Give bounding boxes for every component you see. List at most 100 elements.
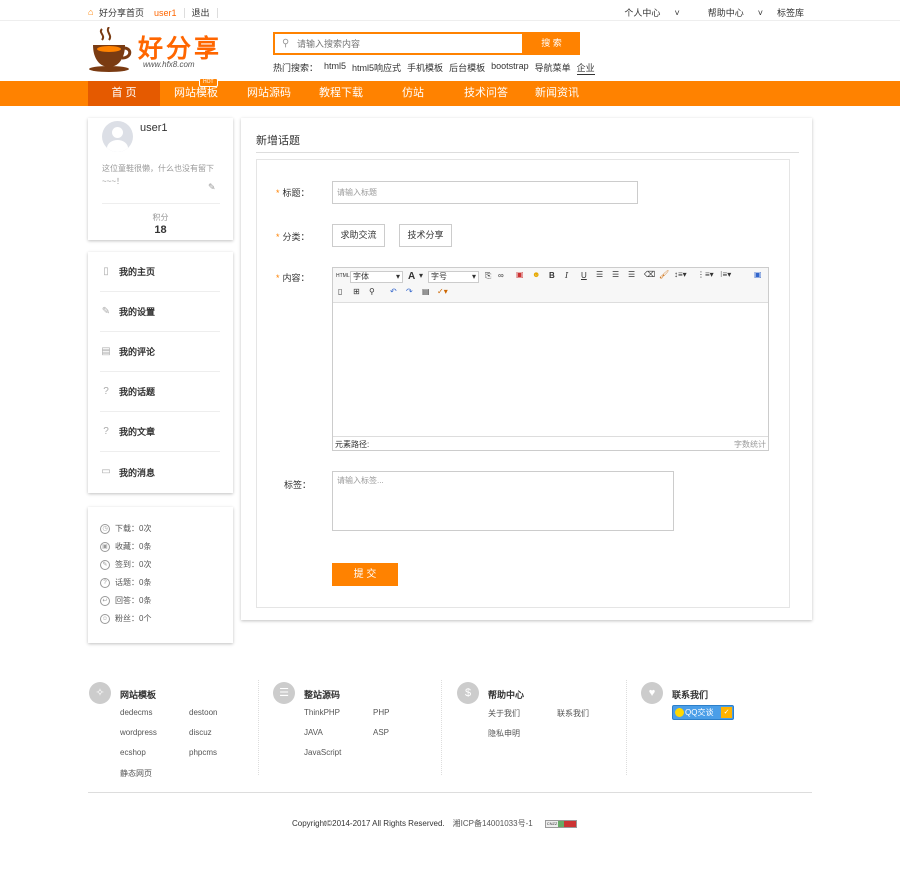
search-replace-icon[interactable]: ⚲ [369,287,375,296]
brush-icon[interactable]: 🖌 [659,270,669,279]
footer-link[interactable]: 静态网页 [120,768,152,779]
chevron-down-icon: ˅ [674,8,680,18]
hot-search-item[interactable]: 企业 [576,61,595,75]
image-icon[interactable]: ▣ [516,270,524,279]
personal-center-menu[interactable]: 个人中心 ˅ [610,6,679,19]
hot-search-item[interactable]: bootstrap [491,61,529,75]
nav-item-tutorials[interactable]: 教程下载 [310,81,372,106]
stat-downloads: ◷ 下载： 0次 [100,523,151,534]
eraser-icon[interactable]: ⌫ [644,270,655,279]
align-right-icon[interactable]: ☰ [628,270,635,279]
footer-link[interactable]: ASP [373,728,389,737]
footer-link[interactable]: JAVA [304,728,323,737]
category-share-button[interactable]: 技术分享 [399,224,452,247]
edit-pencil-icon[interactable]: ✎ [208,182,216,193]
menu-item-articles[interactable]: ? 我的文章 [100,412,220,452]
copyright-text: Copyright©2014-2017 All Rights Reserved. [292,819,445,828]
nav-item-qa[interactable]: 技术问答 [452,81,520,106]
footer-col-source: ☰ 整站源码 ThinkPHP PHP JAVA ASP JavaScript [273,682,433,782]
nav-item-news[interactable]: 新闻资讯 [524,81,590,106]
html-icon[interactable]: HTML [336,273,350,279]
search-box: ⚲ [273,32,524,55]
font-color-icon[interactable]: A [408,271,415,282]
unordered-list-icon[interactable]: ⁝≡▾ [720,270,731,279]
link-icon[interactable]: ∞ [498,271,504,280]
footer-link[interactable]: destoon [189,708,217,717]
footer-link[interactable]: phpcms [189,748,217,757]
footer-link[interactable]: PHP [373,708,389,717]
qq-label: QQ交谈 [685,708,714,717]
heart-icon: ♥ [641,682,663,704]
footer-link[interactable]: 联系我们 [557,708,589,719]
site-logo[interactable]: 好分享 www.hfx8.com [88,27,223,74]
code-block-icon[interactable]: ▤ [422,287,430,296]
home-link[interactable]: 好分享首页 [99,6,144,19]
ordered-list-icon[interactable]: ⋮≡▾ [697,270,714,279]
underline-icon[interactable]: U [581,271,587,280]
search-input[interactable] [297,37,517,51]
profile-username[interactable]: user1 [140,122,168,134]
font-family-select[interactable]: 字体 ▾ [350,271,403,283]
line-height-icon[interactable]: ↕≡▾ [674,270,687,279]
caret-down-icon[interactable]: ▾ [419,271,423,280]
hot-search-item[interactable]: 后台模板 [449,61,485,75]
footer-link[interactable]: JavaScript [304,748,341,757]
footer-link[interactable]: 隐私申明 [488,728,520,739]
avatar[interactable] [102,121,133,152]
pencil-icon: ✎ [101,305,111,317]
footer-link[interactable]: wordpress [120,728,157,737]
logout-link[interactable]: 退出 [192,6,210,19]
menu-item-topics[interactable]: ? 我的话题 [100,372,220,412]
editor-body[interactable] [333,304,768,436]
user-link[interactable]: user1 [154,8,177,18]
menu-item-settings[interactable]: ✎ 我的设置 [100,292,220,332]
submit-button[interactable]: 提 交 [332,563,398,586]
stat-label: 回答： [115,596,139,605]
hot-search-label: 热门搜索： [273,63,319,73]
bold-icon[interactable]: B [549,271,555,280]
tags-input[interactable]: 请输入标签... [332,471,674,531]
menu-item-home[interactable]: ▯ 我的主页 [100,252,220,292]
icp-link[interactable]: 湘ICP备14001033号-1 [453,818,533,829]
hot-search: 热门搜索： html5 html5响应式 手机模板 后台模板 bootstrap… [273,61,601,75]
italic-icon[interactable]: I [565,271,568,280]
footer-link[interactable]: discuz [189,728,212,737]
dollar-icon: $ [457,682,479,704]
category-help-button[interactable]: 求助交流 [332,224,385,247]
footer-link[interactable]: ecshop [120,748,146,757]
stat-value: 0次 [139,524,152,533]
menu-item-comments[interactable]: ▤ 我的评论 [100,332,220,372]
new-document-icon[interactable]: ▯ [338,287,342,296]
footer-link[interactable]: 关于我们 [488,708,520,719]
hot-search-item[interactable]: html5 [324,61,346,75]
qq-chat-button[interactable]: QQ交谈 ✓ [672,705,734,720]
align-left-icon[interactable]: ☰ [596,270,603,279]
undo-icon[interactable]: ↶ [390,287,397,296]
redo-icon[interactable]: ↷ [406,287,413,296]
stat-value: 0个 [139,614,152,623]
footer-link[interactable]: dedecms [120,708,152,717]
hot-search-item[interactable]: 导航菜单 [535,61,571,75]
format-painter-icon[interactable]: ⎘ [485,271,491,281]
help-center-menu[interactable]: 帮助中心 ˅ [694,6,763,19]
hot-search-item[interactable]: 手机模板 [407,61,443,75]
search-button[interactable]: 搜 索 [523,32,580,55]
title-input[interactable]: 请输入标题 [332,181,638,204]
preview-icon[interactable]: ⊞ [353,287,360,296]
cnzz-badge[interactable]: CNZZ [544,819,577,828]
footer-link[interactable]: ThinkPHP [304,708,340,717]
font-size-select[interactable]: 字号 ▾ [428,271,479,283]
align-center-icon[interactable]: ☰ [612,270,619,279]
chevron-down-icon: ˅ [757,8,763,18]
nav-item-home[interactable]: 首 页 [88,81,160,106]
spellcheck-icon[interactable]: ✓▾ [437,287,448,296]
content-label-text: 内容： [282,273,310,283]
menu-item-messages[interactable]: ▭ 我的消息 [100,452,220,492]
fullscreen-icon[interactable]: ▣ [754,270,762,279]
nav-item-clone[interactable]: 仿站 [390,81,436,106]
nav-item-source[interactable]: 网站源码 [236,81,302,106]
hot-search-item[interactable]: html5响应式 [352,61,401,75]
emoji-icon[interactable]: ☻ [532,270,540,279]
tag-library-link[interactable]: 标签库 [777,6,804,19]
nav-item-templates[interactable]: 网站模板 [162,81,230,106]
